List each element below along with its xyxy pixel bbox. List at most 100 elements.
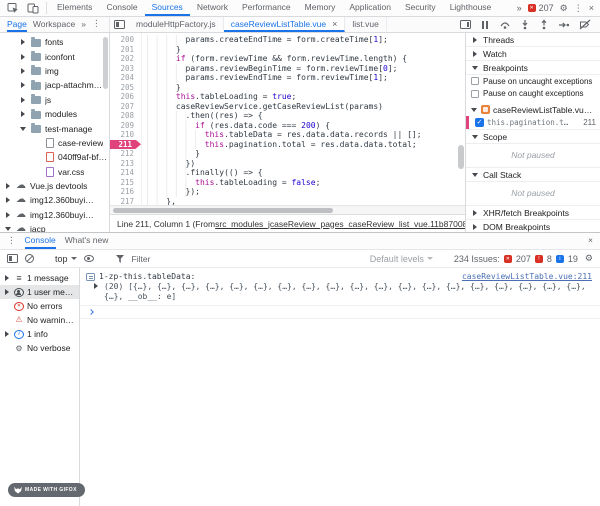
drawer-menu-icon[interactable]: ⋮ <box>7 233 16 249</box>
line-number[interactable]: 207 <box>110 102 141 112</box>
line-number[interactable]: 213 <box>110 159 141 169</box>
tree-item-var-css[interactable]: var.css <box>0 165 109 179</box>
top-tab-sources[interactable]: Sources <box>145 0 190 16</box>
section-xhr-breakpoints[interactable]: XHR/fetch Breakpoints <box>466 206 600 220</box>
code-line-text[interactable]: .then((res) => { <box>141 111 263 121</box>
code-line-text[interactable]: }, <box>141 197 176 206</box>
tree-item-img12-360buyi[interactable]: img12.360buyi… <box>0 208 109 222</box>
pause-caught-row[interactable]: Pause on caught exceptions <box>466 88 600 101</box>
code-line-text[interactable]: .finally(() => { <box>141 168 263 178</box>
tab-workspace[interactable]: Workspace <box>33 17 75 32</box>
code-line-text[interactable]: params.reviewEndTime = form.reviewTime[1… <box>141 73 388 83</box>
section-dom-breakpoints[interactable]: DOM Breakpoints <box>466 220 600 232</box>
editor-tab-list-vue[interactable]: list.vue <box>345 17 386 32</box>
tab-page[interactable]: Page <box>7 17 27 32</box>
issues-counter[interactable]: 234 Issues: ✕207 !8 i19 <box>454 254 578 264</box>
top-tab-security[interactable]: Security <box>398 0 443 16</box>
section-breakpoints[interactable]: Breakpoints <box>466 61 600 75</box>
editor-hscrollbar[interactable] <box>110 205 465 214</box>
context-selector[interactable]: top <box>55 254 77 264</box>
line-number[interactable]: 204 <box>110 73 141 83</box>
step-into-icon[interactable] <box>520 19 530 30</box>
line-number[interactable]: 200 <box>110 35 141 45</box>
close-tab-icon[interactable]: × <box>330 19 337 29</box>
code-line-text[interactable]: }) <box>141 159 195 169</box>
tree-item-jacp[interactable]: jacp <box>0 222 109 232</box>
navigator-more-tabs-icon[interactable]: » <box>81 17 86 32</box>
editor-hscrollbar-thumb[interactable] <box>113 208 333 213</box>
navigator-menu-icon[interactable]: ⋮ <box>92 17 101 32</box>
top-tab-application[interactable]: Application <box>342 0 398 16</box>
code-line-text[interactable]: if (res.data.code === 200) { <box>141 121 330 131</box>
message-source-link[interactable]: caseReviewListTable.vue:211 <box>462 272 592 281</box>
tree-item-vue-js-devtools[interactable]: Vue.js devtools <box>0 179 109 193</box>
section-scope[interactable]: Scope <box>466 130 600 144</box>
console-array-preview[interactable]: (20) [{…}, {…}, {…}, {…}, {…}, {…}, {…},… <box>80 281 600 306</box>
checkbox-checked[interactable]: ✓ <box>475 118 484 127</box>
top-tab-lighthouse[interactable]: Lighthouse <box>443 0 499 16</box>
console-filter-1-user-me[interactable]: 1 user me… <box>0 285 79 299</box>
console-filter-no-warnin[interactable]: No warnin… <box>0 313 79 327</box>
tab-console[interactable]: Console <box>25 233 56 249</box>
code-line-text[interactable]: caseReviewService.getCaseReviewList(para… <box>141 102 383 112</box>
top-tab-network[interactable]: Network <box>190 0 235 16</box>
line-number[interactable]: 217 <box>110 197 141 206</box>
checkbox-unchecked[interactable] <box>471 77 479 85</box>
editor-vscrollbar-thumb[interactable] <box>458 145 464 169</box>
checkbox-unchecked[interactable] <box>471 90 479 98</box>
navigator-toggle-icon[interactable] <box>110 17 129 32</box>
expand-chevron-icon[interactable] <box>92 283 100 289</box>
line-number[interactable]: 216 <box>110 187 141 197</box>
line-number[interactable]: 203 <box>110 64 141 74</box>
navigator-scrollbar-thumb[interactable] <box>103 37 108 89</box>
source-map-link[interactable]: src_modules_jcaseReview_pages_caseReview… <box>215 219 465 229</box>
top-tab-console[interactable]: Console <box>99 0 144 16</box>
tab-whats-new[interactable]: What's new <box>65 233 109 249</box>
tree-item-040ff9af-bf1[interactable]: 040ff9af-bf1… <box>0 150 109 164</box>
code-line-text[interactable]: this.pagination.total = res.data.data.to… <box>141 140 417 150</box>
code-line-text[interactable]: } <box>141 149 200 159</box>
step-out-icon[interactable] <box>539 19 549 30</box>
breakpoint-marker[interactable]: 211 <box>110 140 141 150</box>
close-drawer-icon[interactable]: × <box>588 233 593 249</box>
inspect-element-icon[interactable] <box>3 0 23 16</box>
breakpoint-file-group[interactable]: caseReviewListTable.vu… <box>466 103 600 116</box>
clear-console-icon[interactable] <box>25 254 34 263</box>
section-watch[interactable]: Watch <box>466 47 600 61</box>
live-expression-eye-icon[interactable] <box>84 255 94 262</box>
tree-item-jacp-attachm[interactable]: jacp-attachm… <box>0 78 109 92</box>
console-filter-input[interactable] <box>132 254 363 264</box>
console-filter-no-errors[interactable]: No errors <box>0 299 79 313</box>
section-call-stack[interactable]: Call Stack <box>466 168 600 182</box>
section-threads[interactable]: Threads <box>466 33 600 47</box>
device-toolbar-icon[interactable] <box>23 0 43 16</box>
tree-item-img[interactable]: img <box>0 64 109 78</box>
pause-uncaught-row[interactable]: Pause on uncaught exceptions <box>466 75 600 88</box>
code-line-text[interactable]: params.createEndTime = form.createTime[1… <box>141 35 388 45</box>
line-number[interactable]: 206 <box>110 92 141 102</box>
line-number[interactable]: 214 <box>110 168 141 178</box>
step-icon[interactable] <box>558 20 570 30</box>
code-line-text[interactable]: params.reviewBeginTime = form.reviewTime… <box>141 64 397 74</box>
editor-tab-casereviewlisttable-vue[interactable]: caseReviewListTable.vue× <box>224 17 346 32</box>
line-number[interactable]: 202 <box>110 54 141 64</box>
log-levels-dropdown[interactable]: Default levels <box>370 254 433 264</box>
code-line-text[interactable]: }); <box>141 187 200 197</box>
top-tab-performance[interactable]: Performance <box>235 0 298 16</box>
top-tab-memory[interactable]: Memory <box>298 0 343 16</box>
deactivate-breakpoints-icon[interactable] <box>579 19 591 30</box>
tree-item-test-manage[interactable]: test-manage <box>0 121 109 135</box>
tree-item-fonts[interactable]: fonts <box>0 35 109 49</box>
top-tab-elements[interactable]: Elements <box>50 0 99 16</box>
line-number[interactable]: 212 <box>110 149 141 159</box>
more-tabs-icon[interactable]: » <box>517 3 522 13</box>
line-number[interactable]: 210 <box>110 130 141 140</box>
line-number[interactable]: 205 <box>110 83 141 93</box>
error-count-badge[interactable]: ✕207 <box>528 3 554 13</box>
console-filter-no-verbose[interactable]: No verbose <box>0 341 79 355</box>
debugger-sidebar-toggle-icon[interactable] <box>460 20 471 29</box>
settings-gear-icon[interactable]: ⚙ <box>560 3 568 14</box>
console-sidebar-toggle-icon[interactable] <box>7 254 18 263</box>
code-line-text[interactable]: } <box>141 83 181 93</box>
tree-item-img12-360buyi[interactable]: img12.360buyi… <box>0 193 109 207</box>
